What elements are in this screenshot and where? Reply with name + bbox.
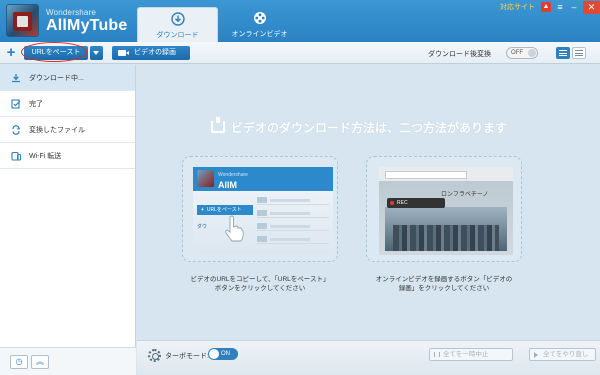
brand-company: Wondershare	[46, 8, 97, 17]
bottom-bar: ターボモード: ON 全てを一時中止 全てをやり直し	[137, 340, 600, 375]
caption-line: オンラインビデオを録画するボタン「ビデオの	[375, 276, 513, 283]
tab-online-label: オンラインビデオ	[231, 31, 288, 38]
caption-line: 録画」をクリックしてください	[398, 285, 490, 292]
headline-text: ビデオのダウンロード方法は、二つ方法があります	[231, 121, 508, 135]
app-logo	[197, 170, 214, 187]
sidebar-item-wifi-transfer[interactable]: Wi-Fi 転送	[0, 143, 135, 169]
gift-icon[interactable]: ▲	[541, 2, 551, 12]
film-reel-icon	[253, 12, 266, 24]
record-video-illustration: ロンフラベチーノ REC	[379, 167, 513, 255]
tab-online-video[interactable]: オンラインビデオ	[219, 7, 300, 42]
paste-url-illustration: Wondershare AllM URLをペースト ダウ	[193, 167, 333, 253]
download-icon	[12, 73, 20, 82]
mini-brand-name: AllM	[218, 180, 237, 190]
tab-download-label: ダウンロード	[156, 32, 199, 39]
record-video-label: ビデオの録画	[134, 49, 176, 56]
add-icon[interactable]: +	[4, 45, 18, 60]
pause-all-button[interactable]: 全てを一時中止	[429, 348, 513, 361]
supported-sites-link[interactable]: 対応サイト	[500, 2, 535, 12]
list-view-icon	[559, 50, 567, 56]
device-icon	[11, 151, 21, 161]
detail-view-icon	[575, 50, 583, 56]
app-header: Wondershare AllMyTube ダウンロード オンラインビデオ 対応…	[0, 0, 600, 42]
mini-brand-company: Wondershare	[218, 172, 248, 178]
turbo-mode-toggle[interactable]: ON	[208, 348, 238, 360]
menu-icon[interactable]: ≡	[555, 2, 565, 12]
window-controls: 対応サイト ▲ ≡ – ✕	[500, 0, 600, 14]
toolbar: + URLをペースト ビデオの録画 ダウンロード後変換 OFF	[0, 42, 600, 64]
sidebar-item-completed[interactable]: 完了	[0, 91, 135, 117]
paste-url-caption: ビデオのURLをコピーして、「URLをペースト」 ボタンをクリックしてください	[175, 275, 345, 293]
mini-site-title: ロンフラベチーノ	[441, 192, 489, 198]
check-list-icon	[11, 98, 21, 109]
caption-line: ビデオのURLをコピーして、「URLをペースト」	[190, 276, 330, 283]
convert-icon	[12, 124, 21, 135]
chevron-up-icon[interactable]: ︽	[31, 355, 49, 369]
main-content: ビデオのダウンロード方法は、二つ方法があります Wondershare AllM…	[137, 65, 600, 340]
mini-paste-url-button: URLをペースト	[197, 205, 253, 215]
minimize-icon[interactable]: –	[569, 2, 579, 12]
sidebar-item-downloading[interactable]: ダウンロード中...	[0, 65, 135, 91]
list-view-button[interactable]	[556, 47, 570, 59]
chevron-down-icon[interactable]	[90, 46, 103, 60]
mini-download-text: ダウ	[197, 224, 208, 230]
brand-name: AllMyTube	[46, 17, 128, 34]
download-methods-headline: ビデオのダウンロード方法は、二つ方法があります	[207, 117, 537, 136]
convert-after-download-label: ダウンロード後変換	[428, 51, 491, 58]
turbo-mode-label: ターボモード:	[165, 353, 209, 360]
sidebar: ダウンロード中... 完了 変換したファイル Wi-Fi 転送 ◷ ︽	[0, 65, 136, 375]
app-logo	[6, 4, 39, 37]
tab-download[interactable]: ダウンロード	[137, 7, 218, 42]
video-camera-icon	[118, 50, 129, 56]
mini-rec-bar: REC	[387, 198, 445, 208]
sidebar-item-label: 変換したファイル	[29, 126, 85, 134]
pointer-hand-icon	[225, 215, 244, 242]
gear-icon[interactable]	[148, 349, 161, 362]
mini-rec-label: REC	[397, 200, 408, 206]
mini-browser-bar	[379, 167, 513, 181]
paste-url-method-card: Wondershare AllM URLをペースト ダウ	[182, 156, 338, 262]
convert-after-download-toggle[interactable]: OFF	[506, 47, 538, 59]
record-video-method-card: ロンフラベチーノ REC	[366, 156, 522, 262]
record-video-caption: オンラインビデオを録画するボタン「ビデオの 録画」をクリックしてください	[359, 275, 529, 293]
detail-view-button[interactable]	[572, 47, 586, 59]
caption-line: ボタンをクリックしてください	[214, 285, 306, 292]
record-video-button[interactable]: ビデオの録画	[112, 46, 190, 60]
sidebar-item-label: Wi-Fi 転送	[29, 152, 62, 160]
city-video-thumbnail	[385, 207, 507, 251]
sidebar-footer: ◷ ︽	[0, 347, 136, 375]
download-tray-icon	[211, 117, 225, 133]
sidebar-item-label: 完了	[29, 100, 43, 108]
resume-all-button[interactable]: 全てをやり直し	[529, 348, 596, 361]
clock-icon[interactable]: ◷	[10, 355, 28, 369]
download-icon	[170, 12, 185, 26]
highlight-ring	[21, 42, 87, 62]
sidebar-item-label: ダウンロード中...	[29, 74, 84, 82]
brand: Wondershare AllMyTube	[46, 8, 128, 35]
sidebar-item-converted[interactable]: 変換したファイル	[0, 117, 135, 143]
close-icon[interactable]: ✕	[583, 0, 600, 14]
